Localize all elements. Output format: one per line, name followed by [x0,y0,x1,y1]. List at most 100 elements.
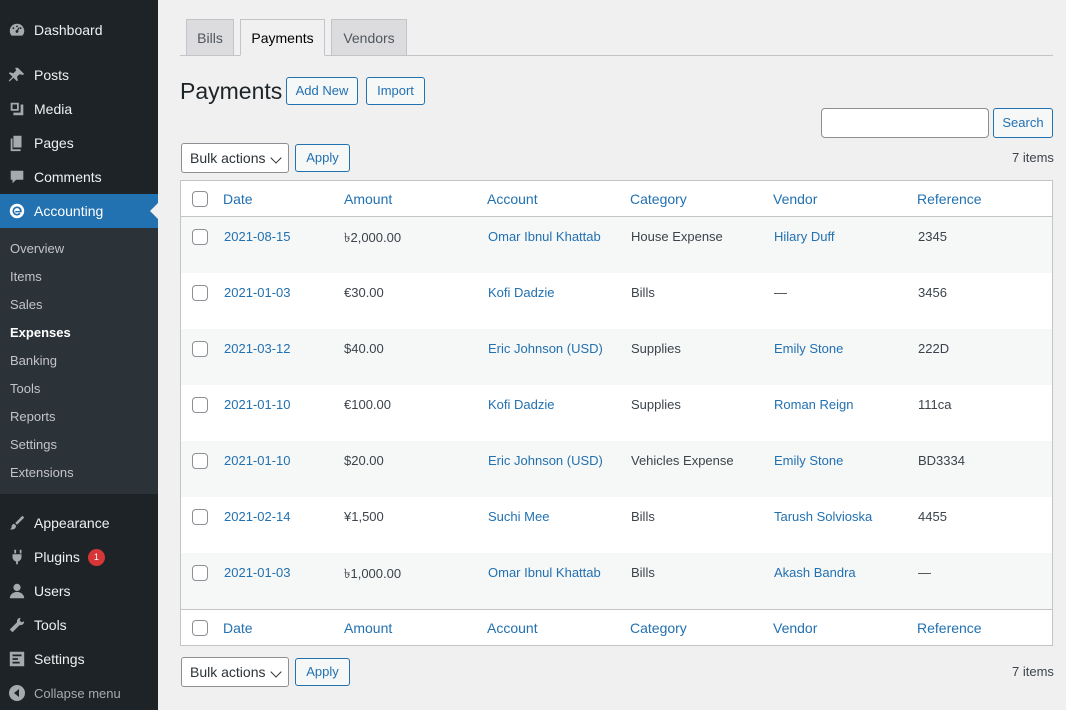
users-icon [0,582,34,600]
menu-media[interactable]: Media [0,92,158,126]
cell-date[interactable]: 2021-01-03 [224,565,291,580]
menu-appearance[interactable]: Appearance [0,506,158,540]
column-account[interactable]: Account [487,181,538,217]
items-count-bottom: 7 items [1012,664,1054,679]
row-checkbox[interactable] [192,285,208,301]
chevron-down-icon [270,152,282,164]
wrench-icon [0,616,34,634]
settings-icon [0,650,34,668]
menu-comments[interactable]: Comments [0,160,158,194]
apply-button-bottom[interactable]: Apply [295,658,350,686]
column-amount[interactable]: Amount [344,610,392,646]
cell-vendor[interactable]: Akash Bandra [774,565,856,580]
column-reference[interactable]: Reference [917,181,982,217]
cell-amount: €30.00 [344,285,384,300]
cell-category: Bills [631,565,655,580]
cell-category: Supplies [631,397,681,412]
cell-account[interactable]: Omar Ibnul Khattab [488,229,601,244]
cell-reference: 222D [918,341,950,356]
menu-users[interactable]: Users [0,574,158,608]
submenu-tools[interactable]: Tools [10,378,40,400]
menu-plugins[interactable]: Plugins 1 [0,540,158,574]
cell-account[interactable]: Kofi Dadzie [488,285,554,300]
column-date[interactable]: Date [223,181,253,217]
menu-settings[interactable]: Settings [0,642,158,676]
select-all-checkbox-footer[interactable] [192,620,208,636]
menu-label: Pages [34,135,74,151]
search-button[interactable]: Search [993,108,1053,138]
cell-date[interactable]: 2021-02-14 [224,509,291,524]
tab-bills[interactable]: Bills [186,19,234,56]
row-checkbox[interactable] [192,509,208,525]
column-amount[interactable]: Amount [344,181,392,217]
tab-vendors[interactable]: Vendors [331,19,407,56]
dashboard-icon [0,21,34,39]
cell-date[interactable]: 2021-01-03 [224,285,291,300]
import-button[interactable]: Import [366,77,425,105]
submenu-sales[interactable]: Sales [10,294,43,316]
row-checkbox[interactable] [192,229,208,245]
submenu-overview[interactable]: Overview [10,238,64,260]
row-checkbox[interactable] [192,565,208,581]
media-icon [0,100,34,118]
cell-amount: ¥1,500 [344,509,384,524]
submenu-items[interactable]: Items [10,266,42,288]
table-row: 2021-01-03 ৳1,000.00 Omar Ibnul Khattab Bil… [181,553,1052,609]
submenu-extensions[interactable]: Extensions [10,462,74,484]
menu-accounting[interactable]: Accounting [0,194,158,228]
row-checkbox[interactable] [192,397,208,413]
table-header: Date Amount Account Category Vendor Refe… [181,181,1052,217]
row-checkbox[interactable] [192,453,208,469]
cell-date[interactable]: 2021-01-10 [224,453,291,468]
cell-date[interactable]: 2021-08-15 [224,229,291,244]
collapse-label: Collapse menu [34,685,121,701]
column-category[interactable]: Category [630,610,687,646]
column-vendor[interactable]: Vendor [773,610,817,646]
cell-date[interactable]: 2021-03-12 [224,341,291,356]
menu-label: Posts [34,67,70,83]
cell-account[interactable]: Eric Johnson (USD) [488,453,603,468]
menu-posts[interactable]: Posts [0,58,158,92]
brush-icon [0,514,34,532]
submenu-expenses[interactable]: Expenses [10,322,71,344]
payments-table: Date Amount Account Category Vendor Refe… [180,180,1053,646]
submenu-banking[interactable]: Banking [10,350,57,372]
bulk-actions-select-top[interactable]: Bulk actions [181,143,289,173]
submenu-reports[interactable]: Reports [10,406,56,428]
menu-label: Media [34,101,73,117]
menu-tools[interactable]: Tools [0,608,158,642]
menu-pages[interactable]: Pages [0,126,158,160]
cell-category: Bills [631,509,655,524]
cell-date[interactable]: 2021-01-10 [224,397,291,412]
tab-payments[interactable]: Payments [240,19,325,56]
menu-dashboard[interactable]: Dashboard [0,13,158,47]
pages-icon [0,134,34,152]
cell-vendor[interactable]: Hilary Duff [774,229,834,244]
column-date[interactable]: Date [223,610,253,646]
column-category[interactable]: Category [630,181,687,217]
column-vendor[interactable]: Vendor [773,181,817,217]
bulk-actions-label: Bulk actions [190,150,266,166]
page-title: Payments [180,78,283,104]
collapse-menu-button[interactable]: Collapse menu [0,676,158,710]
cell-reference: BD3334 [918,453,965,468]
row-checkbox[interactable] [192,341,208,357]
apply-button-top[interactable]: Apply [295,144,350,172]
cell-account[interactable]: Suchi Mee [488,509,549,524]
cell-account[interactable]: Omar Ibnul Khattab [488,565,601,580]
table-footer: Date Amount Account Category Vendor Refe… [181,609,1052,645]
select-all-checkbox[interactable] [192,191,208,207]
submenu-settings[interactable]: Settings [10,434,57,456]
cell-vendor[interactable]: Roman Reign [774,397,854,412]
column-account[interactable]: Account [487,610,538,646]
cell-vendor[interactable]: Emily Stone [774,341,843,356]
add-new-button[interactable]: Add New [286,77,358,105]
comment-icon [0,168,34,186]
cell-vendor[interactable]: Emily Stone [774,453,843,468]
cell-account[interactable]: Kofi Dadzie [488,397,554,412]
column-reference[interactable]: Reference [917,610,982,646]
bulk-actions-select-bottom[interactable]: Bulk actions [181,657,289,687]
cell-account[interactable]: Eric Johnson (USD) [488,341,603,356]
search-input[interactable] [821,108,989,138]
cell-vendor[interactable]: Tarush Solvioska [774,509,872,524]
